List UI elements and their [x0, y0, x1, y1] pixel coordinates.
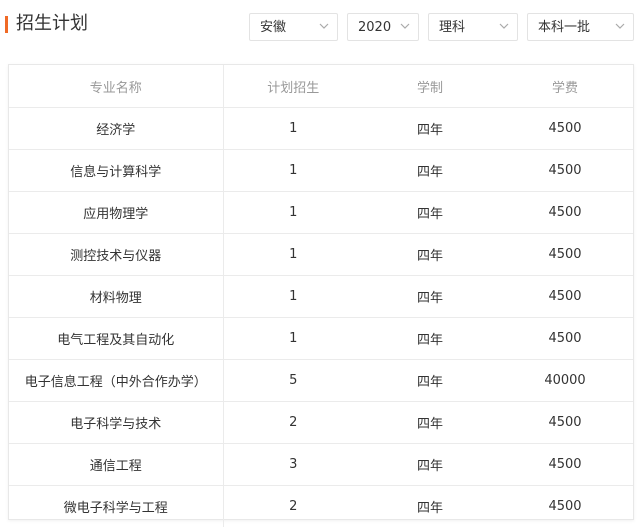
chevron-down-icon [400, 23, 410, 29]
table-row: 测控技术与仪器 1 四年 4500 [9, 233, 633, 276]
cell-fee: 4500 [497, 149, 633, 192]
enrollment-plan-table: 专业名称 计划招生 学制 学费 经济学 1 四年 4500 信息与计算科学 1 … [8, 64, 634, 527]
cell-fee: 4500 [497, 107, 633, 150]
column-header-fee: 学费 [497, 65, 633, 108]
cell-plan: 1 [223, 149, 363, 192]
cell-plan: 1 [223, 275, 363, 318]
page-header: 招生计划 安徽 2020 理科 本科一批 [0, 0, 644, 52]
cell-major: 经济学 [9, 107, 224, 150]
table-row: 微电子科学与工程 2 四年 4500 [9, 485, 633, 527]
cell-fee: 4500 [497, 233, 633, 276]
cell-duration: 四年 [416, 501, 443, 516]
column-header-duration: 学制 [363, 65, 497, 108]
year-select[interactable]: 2020 [347, 13, 419, 41]
cell-major: 通信工程 [9, 443, 224, 486]
column-header-plan: 计划招生 [223, 65, 363, 108]
cell-duration: 四年 [363, 359, 497, 402]
cell-major: 电子科学与技术 [9, 401, 224, 444]
cell-plan: 3 [223, 443, 363, 486]
chevron-down-icon [615, 23, 625, 29]
table-row: 电子信息工程（中外合作办学） 5 四年 40000 [9, 359, 633, 402]
cell-plan: 1 [223, 191, 363, 234]
batch-select[interactable]: 本科一批 [527, 13, 634, 41]
cell-major: 电子信息工程（中外合作办学） [9, 359, 224, 402]
cell-duration: 四年 [363, 233, 497, 276]
table-row: 电气工程及其自动化 1 四年 4500 [9, 317, 633, 360]
table-row: 材料物理 1 四年 4500 [9, 275, 633, 318]
cell-fee: 4500 [497, 443, 633, 486]
batch-select-value: 本科一批 [538, 20, 591, 35]
title-accent-bar [5, 16, 8, 33]
cell-fee: 40000 [497, 359, 633, 402]
table-header-row: 专业名称 计划招生 学制 学费 [9, 65, 633, 108]
cell-plan: 2 [223, 401, 363, 444]
cell-plan: 1 [223, 317, 363, 360]
subject-select-value: 理科 [439, 20, 466, 35]
cell-duration: 四年 [363, 191, 497, 234]
subject-select[interactable]: 理科 [428, 13, 518, 41]
table-row: 经济学 1 四年 4500 [9, 107, 633, 150]
cell-plan: 1 [223, 107, 363, 150]
cell-fee: 4500 [497, 191, 633, 234]
cell-fee: 4500 [548, 499, 582, 514]
cell-major: 材料物理 [9, 275, 224, 318]
cell-plan: 2 [289, 499, 298, 514]
column-header-major: 专业名称 [9, 65, 224, 108]
page-title: 招生计划 [16, 13, 88, 34]
cell-major: 电气工程及其自动化 [9, 317, 224, 360]
cell-duration: 四年 [363, 149, 497, 192]
chevron-down-icon [319, 23, 329, 29]
chevron-down-icon [499, 23, 509, 29]
cell-fee: 4500 [497, 275, 633, 318]
cell-plan: 5 [223, 359, 363, 402]
table-row: 电子科学与技术 2 四年 4500 [9, 401, 633, 444]
year-select-value: 2020 [358, 20, 392, 35]
table-row: 应用物理学 1 四年 4500 [9, 191, 633, 234]
cell-fee: 4500 [497, 317, 633, 360]
table-row: 信息与计算科学 1 四年 4500 [9, 149, 633, 192]
cell-major: 测控技术与仪器 [9, 233, 224, 276]
cell-duration: 四年 [363, 317, 497, 360]
cell-major: 应用物理学 [9, 191, 224, 234]
table-row: 通信工程 3 四年 4500 [9, 443, 633, 486]
cell-major: 信息与计算科学 [9, 149, 224, 192]
cell-fee: 4500 [497, 401, 633, 444]
province-select-value: 安徽 [260, 20, 287, 35]
province-select[interactable]: 安徽 [249, 13, 338, 41]
cell-duration: 四年 [363, 107, 497, 150]
cell-duration: 四年 [363, 401, 497, 444]
cell-duration: 四年 [363, 275, 497, 318]
cell-plan: 1 [223, 233, 363, 276]
cell-major: 微电子科学与工程 [9, 485, 224, 527]
cell-duration: 四年 [363, 443, 497, 486]
